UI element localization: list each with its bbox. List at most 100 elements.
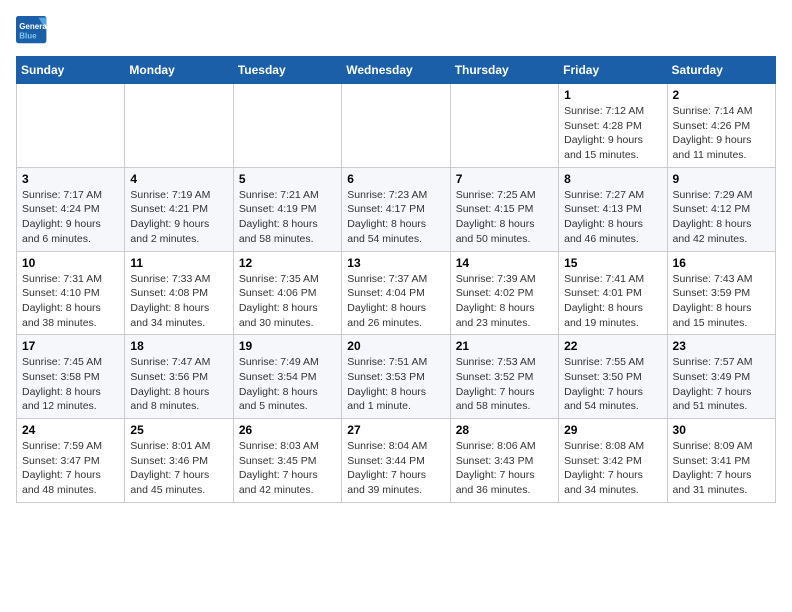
calendar-cell: 17 Sunrise: 7:45 AM Sunset: 3:58 PM Dayli… (17, 335, 125, 419)
day-number: 29 (564, 423, 661, 437)
day-info: Sunrise: 7:51 AM Sunset: 3:53 PM Dayligh… (347, 355, 444, 414)
calendar-cell: 4Sunrise: 7:19 AM Sunset: 4:21 PM Daylig… (125, 167, 233, 251)
calendar-cell: 6Sunrise: 7:23 AM Sunset: 4:17 PM Daylig… (342, 167, 450, 251)
day-info: Sunrise: 7:43 AM Sunset: 3:59 PM Dayligh… (673, 272, 770, 331)
calendar-cell: 27 Sunrise: 8:04 AM Sunset: 3:44 PM Dayli… (342, 419, 450, 503)
day-number: 11 (130, 256, 227, 270)
day-number: 27 (347, 423, 444, 437)
calendar-cell: 22Sunrise: 7:55 AM Sunset: 3:50 PM Dayli… (559, 335, 667, 419)
day-number: 12 (239, 256, 336, 270)
calendar-cell (233, 84, 341, 168)
calendar-cell: 12 Sunrise: 7:35 AM Sunset: 4:06 PM Dayli… (233, 251, 341, 335)
day-info: Sunrise: 7:39 AM Sunset: 4:02 PM Dayligh… (456, 272, 553, 331)
day-info: Sunrise: 7:19 AM Sunset: 4:21 PM Dayligh… (130, 188, 227, 247)
calendar-cell: 8 Sunrise: 7:27 AM Sunset: 4:13 PM Daylig… (559, 167, 667, 251)
calendar-cell: 3 Sunrise: 7:17 AM Sunset: 4:24 PM Daylig… (17, 167, 125, 251)
day-info: Sunrise: 7:29 AM Sunset: 4:12 PM Dayligh… (673, 188, 770, 247)
day-info: Sunrise: 7:41 AM Sunset: 4:01 PM Dayligh… (564, 272, 661, 331)
day-info: Sunrise: 7:57 AM Sunset: 3:49 PM Dayligh… (673, 355, 770, 414)
day-number: 9 (673, 172, 770, 186)
day-info: Sunrise: 7:14 AM Sunset: 4:26 PM Dayligh… (673, 104, 770, 163)
calendar-week-row: 17 Sunrise: 7:45 AM Sunset: 3:58 PM Dayli… (17, 335, 776, 419)
day-info: Sunrise: 8:08 AM Sunset: 3:42 PM Dayligh… (564, 439, 661, 498)
calendar-cell: 29 Sunrise: 8:08 AM Sunset: 3:42 PM Dayli… (559, 419, 667, 503)
day-number: 7 (456, 172, 553, 186)
day-info: Sunrise: 8:03 AM Sunset: 3:45 PM Dayligh… (239, 439, 336, 498)
calendar-cell: 16 Sunrise: 7:43 AM Sunset: 3:59 PM Dayli… (667, 251, 775, 335)
calendar-cell (125, 84, 233, 168)
day-info: Sunrise: 8:06 AM Sunset: 3:43 PM Dayligh… (456, 439, 553, 498)
day-number: 25 (130, 423, 227, 437)
calendar-cell: 15 Sunrise: 7:41 AM Sunset: 4:01 PM Dayli… (559, 251, 667, 335)
day-number: 6 (347, 172, 444, 186)
day-number: 14 (456, 256, 553, 270)
day-info: Sunrise: 8:09 AM Sunset: 3:41 PM Dayligh… (673, 439, 770, 498)
calendar-cell: 1Sunrise: 7:12 AM Sunset: 4:28 PM Daylig… (559, 84, 667, 168)
calendar-week-row: 24 Sunrise: 7:59 AM Sunset: 3:47 PM Dayli… (17, 419, 776, 503)
day-info: Sunrise: 7:35 AM Sunset: 4:06 PM Dayligh… (239, 272, 336, 331)
calendar-cell: 20 Sunrise: 7:51 AM Sunset: 3:53 PM Dayli… (342, 335, 450, 419)
day-info: Sunrise: 7:17 AM Sunset: 4:24 PM Dayligh… (22, 188, 119, 247)
svg-text:Blue: Blue (19, 31, 37, 40)
day-number: 3 (22, 172, 119, 186)
day-info: Sunrise: 7:37 AM Sunset: 4:04 PM Dayligh… (347, 272, 444, 331)
calendar-cell: 10 Sunrise: 7:31 AM Sunset: 4:10 PM Dayli… (17, 251, 125, 335)
calendar-cell: 11Sunrise: 7:33 AM Sunset: 4:08 PM Dayli… (125, 251, 233, 335)
day-info: Sunrise: 7:27 AM Sunset: 4:13 PM Dayligh… (564, 188, 661, 247)
day-info: Sunrise: 7:49 AM Sunset: 3:54 PM Dayligh… (239, 355, 336, 414)
day-number: 5 (239, 172, 336, 186)
day-info: Sunrise: 8:01 AM Sunset: 3:46 PM Dayligh… (130, 439, 227, 498)
weekday-header-friday: Friday (559, 57, 667, 84)
day-number: 30 (673, 423, 770, 437)
day-info: Sunrise: 7:59 AM Sunset: 3:47 PM Dayligh… (22, 439, 119, 498)
calendar-cell: 18Sunrise: 7:47 AM Sunset: 3:56 PM Dayli… (125, 335, 233, 419)
calendar-cell (342, 84, 450, 168)
calendar-cell: 2 Sunrise: 7:14 AM Sunset: 4:26 PM Daylig… (667, 84, 775, 168)
day-number: 28 (456, 423, 553, 437)
calendar-cell (17, 84, 125, 168)
day-number: 17 (22, 339, 119, 353)
calendar-header-row: SundayMondayTuesdayWednesdayThursdayFrid… (17, 57, 776, 84)
calendar-table: SundayMondayTuesdayWednesdayThursdayFrid… (16, 56, 776, 503)
day-number: 2 (673, 88, 770, 102)
calendar-cell: 14 Sunrise: 7:39 AM Sunset: 4:02 PM Dayli… (450, 251, 558, 335)
day-number: 8 (564, 172, 661, 186)
day-info: Sunrise: 7:31 AM Sunset: 4:10 PM Dayligh… (22, 272, 119, 331)
calendar-week-row: 10 Sunrise: 7:31 AM Sunset: 4:10 PM Dayli… (17, 251, 776, 335)
weekday-header-monday: Monday (125, 57, 233, 84)
calendar-cell: 23 Sunrise: 7:57 AM Sunset: 3:49 PM Dayli… (667, 335, 775, 419)
day-number: 21 (456, 339, 553, 353)
svg-text:General: General (19, 22, 48, 31)
weekday-header-saturday: Saturday (667, 57, 775, 84)
day-number: 24 (22, 423, 119, 437)
day-number: 16 (673, 256, 770, 270)
calendar-cell: 7 Sunrise: 7:25 AM Sunset: 4:15 PM Daylig… (450, 167, 558, 251)
day-number: 10 (22, 256, 119, 270)
day-info: Sunrise: 7:55 AM Sunset: 3:50 PM Dayligh… (564, 355, 661, 414)
day-info: Sunrise: 7:25 AM Sunset: 4:15 PM Dayligh… (456, 188, 553, 247)
day-number: 20 (347, 339, 444, 353)
day-info: Sunrise: 7:21 AM Sunset: 4:19 PM Dayligh… (239, 188, 336, 247)
day-info: Sunrise: 7:45 AM Sunset: 3:58 PM Dayligh… (22, 355, 119, 414)
calendar-cell: 9 Sunrise: 7:29 AM Sunset: 4:12 PM Daylig… (667, 167, 775, 251)
day-info: Sunrise: 7:47 AM Sunset: 3:56 PM Dayligh… (130, 355, 227, 414)
day-info: Sunrise: 7:53 AM Sunset: 3:52 PM Dayligh… (456, 355, 553, 414)
calendar-cell: 13Sunrise: 7:37 AM Sunset: 4:04 PM Dayli… (342, 251, 450, 335)
day-number: 23 (673, 339, 770, 353)
calendar-cell: 19 Sunrise: 7:49 AM Sunset: 3:54 PM Dayli… (233, 335, 341, 419)
day-number: 26 (239, 423, 336, 437)
calendar-cell (450, 84, 558, 168)
calendar-cell: 30 Sunrise: 8:09 AM Sunset: 3:41 PM Dayli… (667, 419, 775, 503)
calendar-cell: 24 Sunrise: 7:59 AM Sunset: 3:47 PM Dayli… (17, 419, 125, 503)
day-info: Sunrise: 8:04 AM Sunset: 3:44 PM Dayligh… (347, 439, 444, 498)
page-header: General Blue (16, 16, 776, 44)
day-number: 1 (564, 88, 661, 102)
calendar-week-row: 3 Sunrise: 7:17 AM Sunset: 4:24 PM Daylig… (17, 167, 776, 251)
logo: General Blue (16, 16, 50, 44)
weekday-header-thursday: Thursday (450, 57, 558, 84)
day-number: 19 (239, 339, 336, 353)
calendar-cell: 25 Sunrise: 8:01 AM Sunset: 3:46 PM Dayli… (125, 419, 233, 503)
weekday-header-wednesday: Wednesday (342, 57, 450, 84)
day-number: 15 (564, 256, 661, 270)
calendar-cell: 26 Sunrise: 8:03 AM Sunset: 3:45 PM Dayli… (233, 419, 341, 503)
